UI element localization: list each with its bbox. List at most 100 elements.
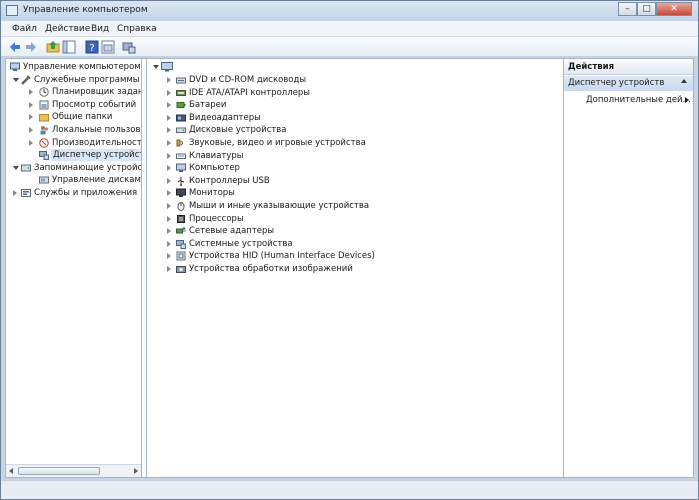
expand-arrow-icon[interactable] (29, 89, 33, 95)
device-category-label: Компьютер (189, 163, 240, 174)
device-tree-root[interactable] (151, 61, 351, 73)
device-category-row[interactable]: Контроллеры USB (165, 175, 465, 187)
expand-arrow-icon[interactable] (167, 215, 171, 222)
actions-section-device-manager[interactable]: Диспетчер устройств (564, 76, 693, 91)
device-category-row[interactable]: Видеоадаптеры (165, 112, 465, 124)
expand-arrow-icon[interactable] (167, 89, 171, 96)
close-button[interactable]: ✕ (656, 2, 692, 16)
device-category-label: Дисковые устройства (189, 125, 287, 136)
battery-icon (176, 102, 186, 109)
scroll-left-icon[interactable] (9, 468, 13, 474)
device-category-row[interactable]: Дисковые устройства (165, 124, 465, 136)
tree-item-shared-folders[interactable]: Общие папки (10, 111, 141, 123)
device-category-row[interactable]: DVD и CD-ROM дисководы (165, 74, 465, 86)
tree-item-system-tools[interactable]: Служебные программы (10, 74, 141, 86)
expand-arrow-icon[interactable] (167, 190, 171, 197)
device-category-row[interactable]: Компьютер (165, 162, 465, 174)
device-category-label: Сетевые адаптеры (189, 226, 275, 237)
properties-icon[interactable] (101, 40, 115, 54)
maximize-button[interactable]: □ (637, 2, 656, 16)
up-folder-icon[interactable] (46, 40, 60, 54)
device-category-row[interactable]: Звуковые, видео и игровые устройства (165, 137, 465, 149)
device-category-label: Мониторы (189, 188, 235, 199)
storage-icon (21, 164, 31, 172)
app-window: Управление компьютером – □ ✕ Файл Действ… (0, 0, 699, 500)
imaging-icon (176, 266, 186, 273)
more-actions-item[interactable]: Дополнительные дей... (586, 95, 691, 105)
collapse-arrow-icon[interactable] (153, 65, 159, 69)
expand-arrow-icon[interactable] (167, 102, 171, 109)
device-category-label: Клавиатуры (189, 150, 244, 161)
tree-item-storage[interactable]: Запоминающие устройст (10, 162, 142, 174)
submenu-arrow-icon[interactable] (685, 97, 689, 103)
tree-item-device-manager[interactable]: Диспетчер устройств (10, 149, 141, 161)
forward-arrow-icon[interactable] (24, 40, 38, 54)
caption-buttons: – □ ✕ (618, 2, 692, 16)
device-category-label: Устройства обработки изображений (189, 264, 353, 274)
device-category-row[interactable]: Процессоры (165, 213, 465, 225)
collapse-up-icon[interactable] (681, 79, 687, 83)
expand-arrow-icon[interactable] (167, 77, 171, 83)
collapse-arrow-icon[interactable] (13, 166, 19, 170)
device-category-row[interactable]: Батареи (165, 99, 465, 111)
expand-arrow-icon[interactable] (29, 127, 33, 133)
device-category-row[interactable]: Устройства обработки изображений (165, 263, 465, 275)
device-category-row[interactable]: IDE ATA/ATAPI контроллеры (165, 87, 465, 99)
expand-arrow-icon[interactable] (167, 165, 171, 172)
expand-arrow-icon[interactable] (167, 177, 171, 184)
device-category-label: DVD и CD-ROM дисководы (189, 75, 307, 85)
expand-arrow-icon[interactable] (167, 253, 171, 260)
menu-help[interactable]: Справка (117, 24, 157, 34)
expand-arrow-icon[interactable] (167, 266, 171, 272)
device-category-label: Батареи (189, 100, 227, 111)
expand-arrow-icon[interactable] (13, 190, 17, 196)
expand-arrow-icon[interactable] (167, 140, 171, 146)
dvd-drive-icon (176, 77, 186, 84)
tree-horizontal-scrollbar[interactable] (6, 464, 141, 477)
expand-arrow-icon[interactable] (29, 114, 33, 120)
tree-item-local-users[interactable]: Локальные пользовате (10, 124, 141, 136)
help-icon[interactable]: ? (85, 40, 99, 54)
scroll-right-icon[interactable] (134, 468, 138, 474)
device-category-row[interactable]: Клавиатуры (165, 150, 465, 162)
device-category-row[interactable]: Сетевые адаптеры (165, 225, 465, 237)
expand-arrow-icon[interactable] (29, 102, 33, 108)
expand-arrow-icon[interactable] (29, 140, 33, 146)
disk-management-icon (39, 176, 49, 184)
tree-item-label: Запоминающие устройст (34, 163, 142, 173)
show-hide-tree-icon[interactable] (62, 40, 76, 54)
tree-item-disk-management[interactable]: Управление дисками (10, 174, 141, 186)
expand-arrow-icon[interactable] (167, 152, 171, 159)
tree-root[interactable]: Управление компьютером (л (10, 61, 141, 73)
computer-icon (176, 163, 186, 173)
collapse-arrow-icon[interactable] (13, 78, 19, 82)
device-manager-icon[interactable] (122, 40, 136, 54)
computer-management-icon (6, 5, 18, 16)
device-category-label: IDE ATA/ATAPI контроллеры (189, 87, 310, 98)
tree-item-services[interactable]: Службы и приложения (10, 187, 141, 199)
title-bar[interactable]: Управление компьютером – □ ✕ (1, 1, 698, 21)
scrollbar-thumb[interactable] (18, 467, 100, 475)
tree-item-label: Общие папки (52, 112, 113, 122)
device-category-row[interactable]: Мониторы (165, 187, 465, 199)
minimize-button[interactable]: – (618, 2, 637, 16)
device-category-row[interactable]: Мыши и иные указывающие устройства (165, 200, 465, 212)
tree-item-task-scheduler[interactable]: Планировщик заданий (10, 86, 141, 98)
menu-action[interactable]: Действие (45, 24, 90, 34)
expand-arrow-icon[interactable] (167, 240, 171, 247)
tree-item-event-viewer[interactable]: Просмотр событий (10, 99, 141, 111)
menu-file[interactable]: Файл (12, 24, 37, 34)
expand-arrow-icon[interactable] (167, 127, 171, 134)
back-arrow-icon[interactable] (8, 40, 22, 54)
device-category-row[interactable]: Устройства HID (Human Interface Devices) (165, 250, 465, 262)
actions-pane: Действия Диспетчер устройств Дополнитель… (564, 59, 693, 477)
tree-item-performance[interactable]: Производительность (10, 137, 141, 149)
hid-icon (176, 251, 186, 261)
expand-arrow-icon[interactable] (167, 203, 171, 209)
menu-view[interactable]: Вид (91, 24, 109, 34)
tree-item-label: Планировщик заданий (52, 87, 141, 97)
device-category-label: Устройства HID (Human Interface Devices) (189, 251, 375, 262)
expand-arrow-icon[interactable] (167, 228, 171, 235)
expand-arrow-icon[interactable] (167, 114, 171, 121)
device-category-row[interactable]: Системные устройства (165, 238, 465, 250)
